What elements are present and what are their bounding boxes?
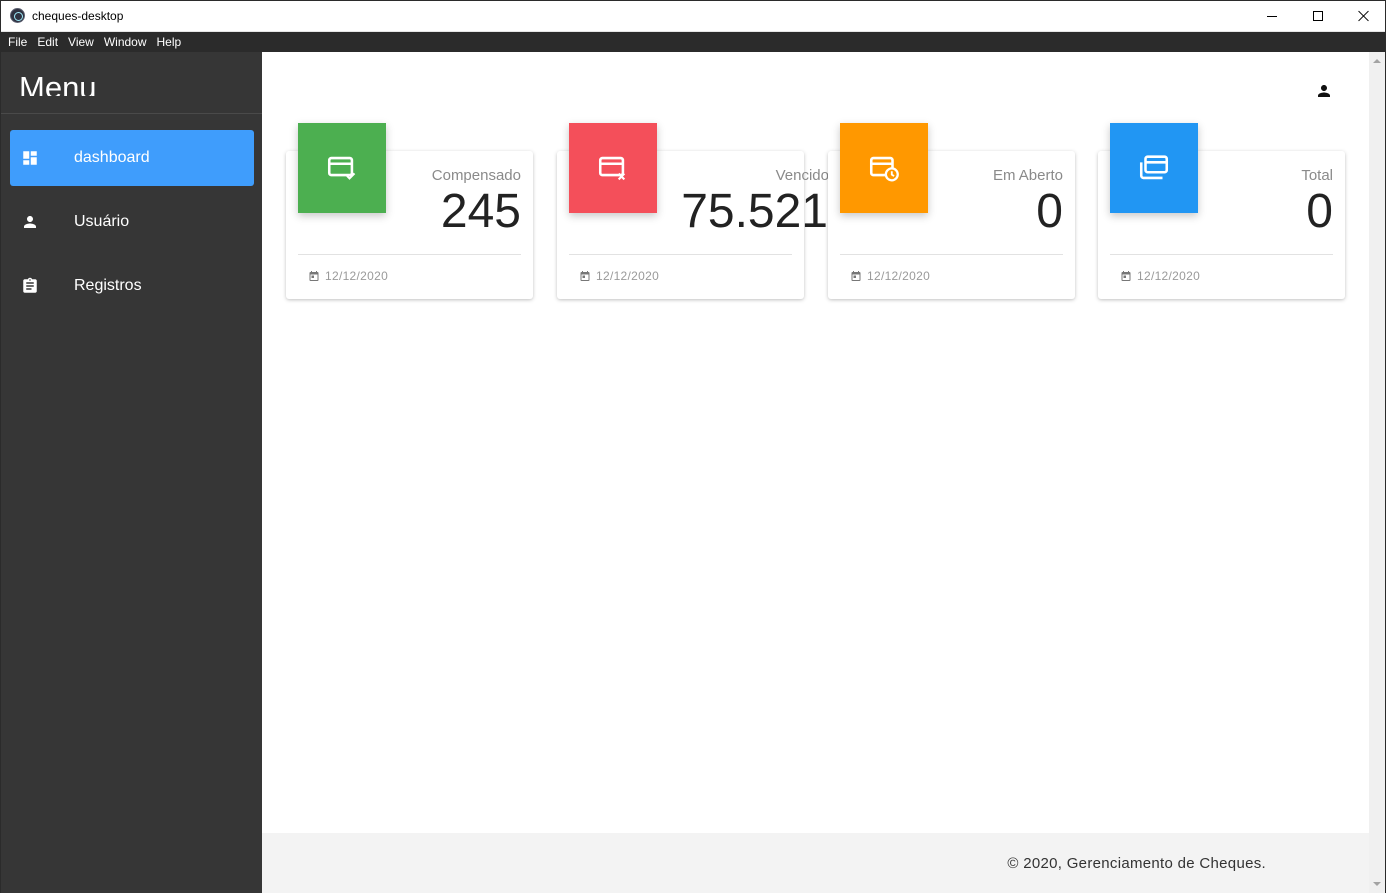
calendar-icon (309, 271, 319, 281)
scroll-up-arrow-icon[interactable] (1373, 59, 1381, 63)
minimize-button[interactable] (1249, 1, 1295, 31)
card-divider (569, 254, 792, 255)
stat-card-total: Total 0 12/12/2020 (1098, 123, 1345, 299)
calendar-icon (580, 271, 590, 281)
card-date: 12/12/2020 (325, 269, 389, 283)
sidebar-item-label: dashboard (74, 149, 150, 166)
calendar-icon (851, 271, 861, 281)
close-button[interactable] (1341, 1, 1386, 31)
main-content: Compensado 245 12/12/2020 Vencido 75.521 (262, 52, 1369, 833)
vertical-scrollbar[interactable] (1369, 52, 1385, 893)
sidebar-divider (1, 113, 262, 114)
sidebar-item-dashboard[interactable]: dashboard (10, 130, 254, 186)
sidebar-item-registros[interactable]: Registros (10, 258, 254, 314)
card-clock-icon (869, 156, 899, 182)
card-footer: 12/12/2020 (308, 269, 388, 283)
calendar-icon (1121, 271, 1131, 281)
stat-card-vencido: Vencido 75.521 12/12/2020 (557, 123, 829, 299)
card-date: 12/12/2020 (596, 269, 660, 283)
card-date: 12/12/2020 (1137, 269, 1201, 283)
card-label: Vencido (775, 167, 829, 184)
cards-stack-icon (1139, 155, 1169, 180)
card-footer: 12/12/2020 (850, 269, 930, 283)
card-divider (840, 254, 1063, 255)
clipboard-icon (23, 277, 37, 293)
electron-app-icon (10, 8, 25, 23)
minimize-icon (1267, 15, 1277, 17)
person-icon (24, 216, 36, 228)
scroll-down-arrow-icon[interactable] (1373, 882, 1381, 886)
menu-window[interactable]: Window (99, 35, 152, 49)
menu-help[interactable]: Help (152, 35, 187, 49)
card-date: 12/12/2020 (867, 269, 931, 283)
copyright-text: © 2020, Gerenciamento de Cheques. (1007, 855, 1266, 872)
close-icon (1358, 10, 1370, 22)
dashboard-icon (23, 151, 37, 165)
card-value: 0 (1306, 185, 1333, 238)
account-icon[interactable] (1315, 82, 1333, 100)
card-label: Total (1301, 167, 1333, 184)
title-bar: cheques-desktop (1, 1, 1385, 32)
menu-file[interactable]: File (3, 35, 32, 49)
card-label: Em Aberto (992, 167, 1063, 184)
card-value: 75.521 (681, 185, 828, 238)
sidebar-item-label: Registros (74, 277, 142, 294)
sidebar: Menu dashboard Usuário Registros (1, 52, 262, 893)
card-check-icon (327, 156, 356, 180)
sidebar-title: Menu (19, 70, 97, 96)
sidebar-item-label: Usuário (74, 213, 130, 230)
card-icon-box (840, 123, 928, 213)
card-value: 0 (1036, 185, 1063, 238)
card-label: Compensado (431, 167, 521, 184)
page-footer: © 2020, Gerenciamento de Cheques. (262, 833, 1369, 893)
card-divider (298, 254, 521, 255)
card-icon-box (1110, 123, 1198, 213)
stat-card-em-aberto: Em Aberto 0 12/12/2020 (828, 123, 1075, 299)
maximize-icon (1313, 11, 1323, 21)
window-title: cheques-desktop (32, 9, 124, 23)
card-icon-box (569, 123, 657, 213)
stat-card-compensado: Compensado 245 12/12/2020 (286, 123, 533, 299)
menu-edit[interactable]: Edit (32, 35, 63, 49)
card-value: 245 (440, 185, 521, 238)
card-footer: 12/12/2020 (579, 269, 659, 283)
sidebar-item-usuario[interactable]: Usuário (10, 194, 254, 250)
card-footer: 12/12/2020 (1120, 269, 1200, 283)
card-divider (1110, 254, 1333, 255)
app-window: cheques-desktop File Edit View Window He… (0, 0, 1386, 893)
card-remove-icon (598, 156, 626, 181)
maximize-button[interactable] (1295, 1, 1341, 31)
menu-bar: File Edit View Window Help (1, 32, 1385, 52)
card-icon-box (298, 123, 386, 213)
menu-view[interactable]: View (63, 35, 99, 49)
